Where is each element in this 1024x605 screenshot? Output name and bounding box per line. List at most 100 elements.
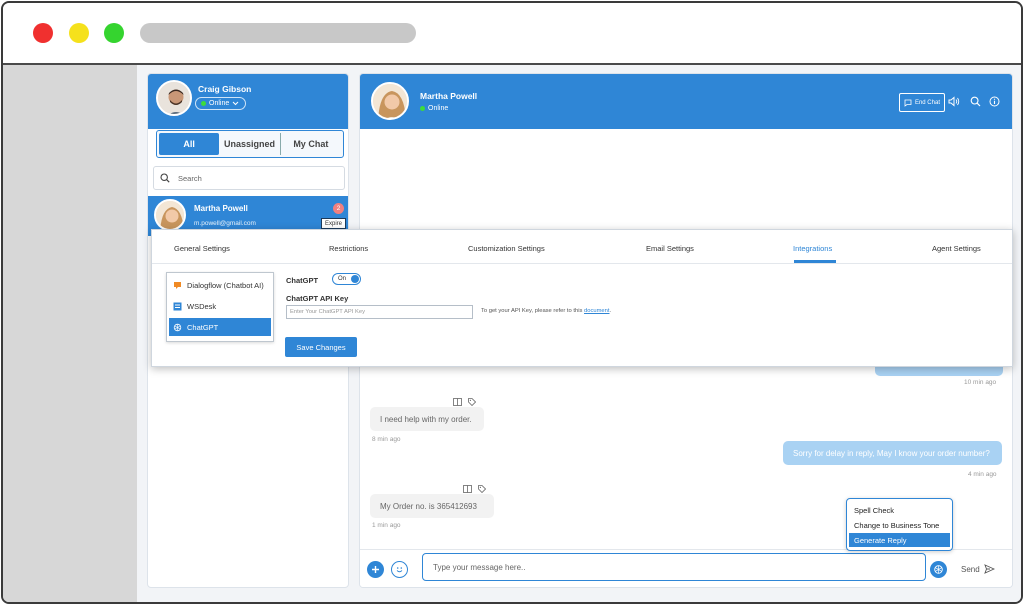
integration-item-chatgpt[interactable]: ChatGPT [169, 318, 271, 336]
chat-contact-avatar[interactable] [371, 82, 409, 120]
emoji-button[interactable] [391, 561, 408, 578]
ai-action-menu: Spell Check Change to Business Tone Gene… [846, 498, 953, 551]
message-time: 10 min ago [964, 379, 997, 386]
chatgpt-label: ChatGPT [286, 276, 319, 285]
hint-end: . [609, 308, 612, 314]
menu-item-spell-check[interactable]: Spell Check [847, 503, 952, 517]
save-changes-button[interactable]: Save Changes [285, 337, 357, 357]
wsdesk-icon [173, 302, 182, 310]
integration-list: Dialogflow (Chatbot AI) WSDesk ChatGPT [166, 272, 274, 342]
incoming-message: My Order no. is 365412693 [370, 494, 494, 518]
menu-item-generate-reply[interactable]: Generate Reply [849, 533, 950, 547]
tab-my-chat[interactable]: My Chat [281, 133, 341, 155]
tag-icon[interactable] [468, 398, 476, 406]
tab-integrations[interactable]: Integrations [793, 244, 832, 253]
conversation-filter-tabs: All Unassigned My Chat [156, 130, 344, 158]
info-icon[interactable] [989, 96, 1000, 107]
search-placeholder: Search [178, 173, 202, 183]
search-input[interactable]: Search [153, 166, 345, 190]
send-icon [983, 564, 995, 574]
add-attachment-button[interactable] [367, 561, 384, 578]
agent-avatar[interactable] [156, 80, 192, 116]
api-key-input[interactable]: Enter Your ChatGPT API Key [286, 305, 473, 319]
menu-item-business-tone[interactable]: Change to Business Tone [847, 518, 952, 532]
maximize-window-button[interactable] [104, 23, 124, 43]
incoming-message: I need help with my order. [370, 407, 484, 431]
integration-item-wsdesk[interactable]: WSDesk [169, 297, 271, 315]
expire-tag: Expire [320, 218, 346, 229]
message-composer: Type your message here.. Send [360, 549, 1012, 587]
chat-bubble-icon [904, 99, 912, 107]
browser-window: Craig Gibson Online All Unassigned My Ch… [1, 1, 1023, 604]
minimize-window-button[interactable] [69, 23, 89, 43]
chatgpt-toggle[interactable]: On [332, 273, 361, 285]
settings-panel: General Settings Restrictions Customizat… [151, 229, 1013, 367]
toggle-label: On [338, 276, 347, 282]
search-icon [160, 173, 170, 183]
agent-name: Craig Gibson [198, 84, 252, 94]
send-label: Send [961, 564, 980, 574]
address-bar[interactable] [140, 23, 416, 43]
tab-unassigned[interactable]: Unassigned [219, 133, 281, 155]
integration-label: Dialogflow (Chatbot AI) [187, 280, 264, 290]
integration-label: WSDesk [187, 301, 217, 311]
tab-restrictions[interactable]: Restrictions [329, 244, 368, 253]
integration-label: ChatGPT [187, 322, 219, 332]
contact-avatar-image [156, 201, 184, 229]
tab-agent-settings[interactable]: Agent Settings [932, 244, 981, 253]
chevron-down-icon [232, 101, 239, 106]
tab-customization-settings[interactable]: Customization Settings [468, 244, 545, 253]
contact-avatar [154, 199, 186, 231]
close-window-button[interactable] [33, 23, 53, 43]
agent-header: Craig Gibson Online [148, 74, 348, 129]
agent-status-dropdown[interactable]: Online [195, 97, 247, 110]
speaker-icon[interactable] [948, 96, 960, 107]
api-key-hint: To get your API Key, please refer to thi… [481, 308, 611, 314]
chat-contact-avatar-image [373, 84, 407, 118]
contact-email: m.powell@gmail.com [194, 220, 256, 227]
message-time: 8 min ago [372, 436, 401, 443]
active-tab-indicator [794, 260, 836, 263]
tab-email-settings[interactable]: Email Settings [646, 244, 694, 253]
document-link[interactable]: document [584, 308, 609, 314]
chatgpt-icon [173, 323, 182, 331]
unread-badge: 2 [333, 203, 344, 214]
chatgpt-button[interactable] [930, 561, 947, 578]
browser-sidebar [3, 65, 137, 602]
book-icon[interactable] [463, 485, 472, 493]
message-input-placeholder: Type your message here.. [433, 562, 526, 572]
dialogflow-icon [174, 281, 181, 289]
api-key-placeholder: Enter Your ChatGPT API Key [290, 309, 365, 315]
end-chat-label: End Chat [914, 99, 940, 106]
chat-contact-status: Online [420, 105, 448, 112]
agent-status-label: Online [209, 100, 230, 107]
integration-item-dialogflow[interactable]: Dialogflow (Chatbot AI) [169, 276, 271, 294]
book-icon[interactable] [453, 398, 462, 406]
settings-tabs: General Settings Restrictions Customizat… [152, 230, 1012, 264]
online-dot-icon [201, 101, 206, 106]
outgoing-message: Sorry for delay in reply, May I know you… [783, 441, 1002, 465]
chat-status-label: Online [428, 105, 449, 112]
api-key-label: ChatGPT API Key [286, 294, 349, 303]
hint-text: To get your API Key, please refer to thi… [481, 308, 583, 314]
message-actions [453, 398, 476, 406]
title-bar [3, 3, 1021, 65]
message-time: 1 min ago [372, 522, 401, 529]
chat-header: Martha Powell Online End Chat [360, 74, 1012, 129]
search-icon[interactable] [970, 96, 981, 107]
chatgpt-icon [934, 565, 943, 574]
tab-general-settings[interactable]: General Settings [174, 244, 230, 253]
message-input[interactable]: Type your message here.. [422, 553, 926, 581]
send-button[interactable]: Send [961, 564, 995, 574]
plus-icon [372, 566, 379, 573]
chat-contact-name: Martha Powell [420, 91, 478, 101]
online-dot-icon [420, 106, 425, 111]
toggle-knob [351, 275, 359, 283]
tab-all[interactable]: All [159, 133, 220, 155]
end-chat-button[interactable]: End Chat [898, 93, 945, 112]
tag-icon[interactable] [478, 485, 486, 493]
message-time: 4 min ago [968, 471, 997, 478]
agent-avatar-image [158, 82, 190, 114]
message-actions [463, 485, 486, 493]
smiley-icon [396, 567, 403, 573]
